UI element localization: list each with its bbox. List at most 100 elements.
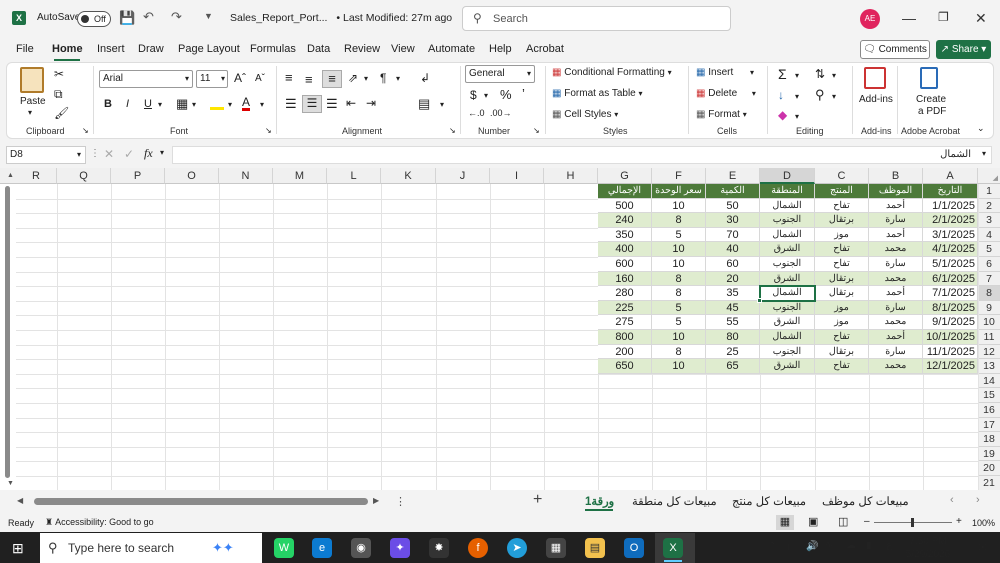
avatar[interactable]: AE — [860, 9, 880, 29]
delete-cells-button[interactable]: ▦ Delete ▾ — [696, 88, 756, 99]
table-cell[interactable]: 9/1/2025 — [923, 315, 978, 330]
tab-automate[interactable]: Automate — [428, 43, 475, 55]
column-header[interactable]: R — [16, 168, 57, 184]
table-cell[interactable]: 20 — [706, 271, 760, 287]
merge-center-icon[interactable]: ▤ — [418, 96, 430, 112]
table-cell[interactable]: الشمال — [760, 227, 815, 243]
sort-filter-icon[interactable]: ⇅ — [815, 67, 825, 81]
table-cell[interactable]: 12/1/2025 — [923, 359, 978, 374]
table-cell[interactable]: 225 — [598, 300, 652, 316]
create-pdf-icon[interactable] — [920, 67, 938, 89]
format-cells-button[interactable]: ▦ Format ▾ — [696, 109, 747, 120]
decrease-indent-icon[interactable]: ⇤ — [346, 96, 356, 110]
autosum-dropdown-icon[interactable]: ▾ — [795, 71, 799, 80]
table-cell[interactable]: 5/1/2025 — [923, 257, 978, 272]
table-cell[interactable]: أحمد — [869, 198, 923, 214]
table-cell[interactable]: 35 — [706, 286, 760, 301]
table-cell[interactable]: 10/1/2025 — [923, 330, 978, 345]
font-size-select[interactable]: 11 ▾ — [196, 70, 228, 88]
name-box-dropdown-icon[interactable]: ▾ — [77, 147, 81, 163]
find-select-icon[interactable]: ⚲ — [815, 87, 825, 103]
vertical-scrollbar-thumb[interactable] — [5, 186, 10, 478]
name-box[interactable]: D8 ▾ — [6, 146, 86, 164]
restore-icon[interactable]: ❐ — [938, 10, 949, 24]
row-header[interactable]: 1 — [978, 184, 1000, 199]
chatgpt-icon[interactable]: ✸ — [429, 538, 449, 558]
table-cell[interactable]: أحمد — [869, 227, 923, 243]
table-cell[interactable]: الشرق — [760, 242, 815, 257]
table-cell[interactable]: الشرق — [760, 359, 815, 374]
sheet-tab-employee-sales[interactable]: مبيعات كل موظف — [822, 494, 909, 508]
alignment-launcher-icon[interactable]: ↘ — [449, 126, 456, 135]
row-header[interactable]: 21 — [978, 476, 1000, 491]
table-cell[interactable]: 11/1/2025 — [923, 344, 978, 360]
increase-indent-icon[interactable]: ⇥ — [366, 96, 376, 110]
scroll-left-icon[interactable]: ◀ — [17, 496, 23, 505]
save-icon[interactable]: 💾 — [119, 10, 135, 26]
column-header[interactable]: B — [869, 168, 923, 184]
horizontal-scrollbar-thumb[interactable] — [34, 498, 368, 505]
fill-handle[interactable] — [757, 297, 762, 303]
font-name-select[interactable]: Arial ▾ — [99, 70, 193, 88]
increase-decimal-icon[interactable]: ←.0 — [468, 108, 485, 118]
bold-icon[interactable]: B — [104, 98, 112, 110]
taskbar-search[interactable]: ⚲ Type here to search ✦✦ — [40, 533, 262, 563]
table-cell[interactable]: 8 — [652, 271, 706, 287]
tab-home[interactable]: Home — [52, 43, 83, 55]
zoom-out-icon[interactable]: – — [864, 516, 870, 527]
table-cell[interactable]: الجنوب — [760, 213, 815, 228]
tab-help[interactable]: Help — [489, 43, 512, 55]
table-cell[interactable]: أحمد — [869, 330, 923, 345]
speaker-icon[interactable]: 🔊 — [806, 541, 818, 552]
table-cell[interactable]: 80 — [706, 330, 760, 345]
table-cell[interactable]: سارة — [869, 300, 923, 316]
table-cell[interactable]: 10 — [652, 198, 706, 214]
create-pdf-line1[interactable]: Create — [916, 94, 946, 105]
column-header[interactable]: N — [219, 168, 273, 184]
normal-view-icon[interactable]: ▦ — [776, 515, 794, 530]
page-layout-view-icon[interactable]: ▣ — [808, 515, 818, 528]
table-cell[interactable]: 55 — [706, 315, 760, 330]
row-header[interactable]: 11 — [978, 330, 1000, 345]
share-button[interactable]: ↗ Share ▾ — [936, 40, 991, 59]
add-ins-icon[interactable] — [864, 67, 886, 89]
table-cell[interactable]: 160 — [598, 271, 652, 287]
fill-icon[interactable]: ↓ — [778, 88, 784, 102]
table-cell[interactable]: 600 — [598, 257, 652, 272]
table-cell[interactable]: 10 — [652, 257, 706, 272]
column-header[interactable]: A — [923, 168, 978, 184]
close-icon[interactable]: ✕ — [975, 10, 987, 27]
table-cell[interactable]: 650 — [598, 359, 652, 374]
column-header[interactable]: G — [598, 168, 652, 184]
tab-draw[interactable]: Draw — [138, 43, 164, 55]
table-cell[interactable]: 70 — [706, 227, 760, 243]
table-header-cell[interactable]: التاريخ — [923, 184, 978, 199]
copilot-icon[interactable]: ✦ — [390, 538, 410, 558]
windows-start-icon[interactable]: ⊞ — [12, 540, 24, 557]
table-cell[interactable]: 25 — [706, 344, 760, 360]
cut-icon[interactable]: ✂ — [54, 67, 64, 81]
table-cell[interactable]: 400 — [598, 242, 652, 257]
table-cell[interactable]: محمد — [869, 359, 923, 374]
align-bottom-icon[interactable]: ≡ — [322, 70, 342, 88]
column-header[interactable]: Q — [57, 168, 111, 184]
table-cell[interactable]: 1/1/2025 — [923, 198, 978, 214]
row-header[interactable]: 9 — [978, 300, 1000, 316]
table-cell[interactable]: الشمال — [760, 330, 815, 345]
column-header[interactable]: O — [165, 168, 219, 184]
row-header[interactable]: 15 — [978, 388, 1000, 403]
tabs-more-icon[interactable]: ⋮ — [395, 495, 406, 508]
decrease-decimal-icon[interactable]: .00→ — [490, 108, 512, 118]
column-header[interactable]: F — [652, 168, 706, 184]
tab-page-layout[interactable]: Page Layout — [178, 43, 240, 55]
align-left-icon[interactable]: ☰ — [285, 96, 297, 112]
page-break-view-icon[interactable]: ◫ — [838, 515, 848, 528]
insert-cells-button[interactable]: ▦ Insert ▾ — [696, 67, 754, 78]
weather-icon[interactable]: ☁ — [846, 540, 856, 551]
align-center-icon[interactable]: ☰ — [302, 95, 322, 113]
row-header[interactable]: 3 — [978, 213, 1000, 228]
add-sheet-icon[interactable]: + — [533, 491, 542, 509]
table-cell[interactable]: 50 — [706, 198, 760, 214]
table-cell[interactable]: سارة — [869, 213, 923, 228]
number-format-select[interactable]: General ▾ — [465, 65, 535, 83]
